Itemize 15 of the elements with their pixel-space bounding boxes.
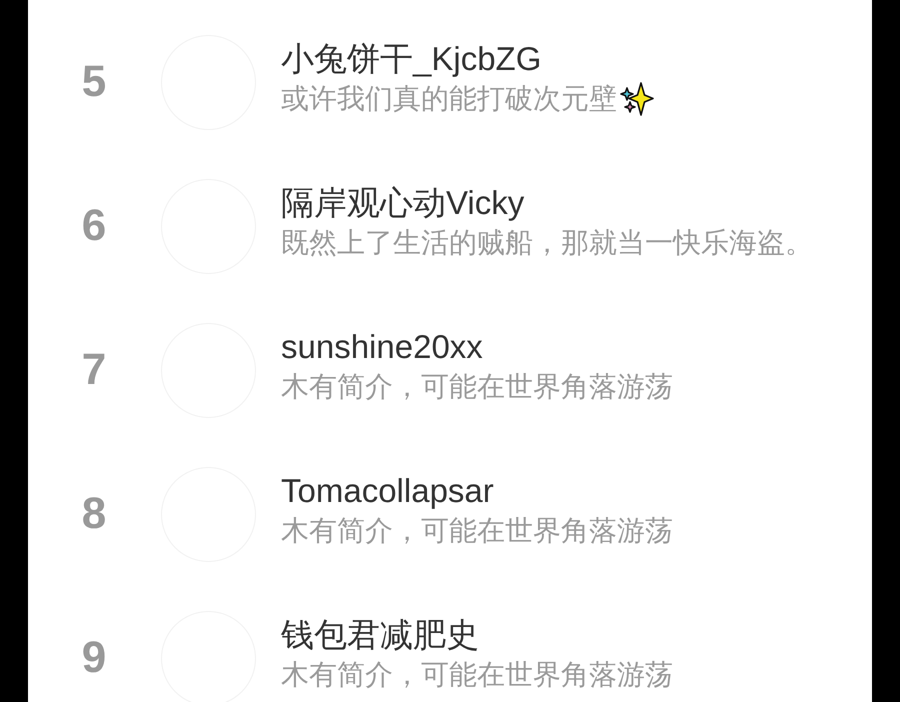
- rank-number: 9: [80, 634, 108, 682]
- user-bio: 既然上了生活的贼船，那就当一快乐海盗。: [281, 226, 813, 260]
- user-name: sunshine20xx: [281, 327, 484, 367]
- rank-number: 8: [80, 490, 108, 538]
- user-name: 钱包君减肥史: [281, 615, 480, 655]
- rank-number: 7: [80, 346, 108, 394]
- user-name: 小兔饼干_KjcbZG: [281, 39, 542, 79]
- user-bio: 木有简介，可能在世界角落游荡: [281, 370, 673, 404]
- user-bio: 或许我们真的能打破次元壁: [281, 82, 617, 116]
- user-name: Tomacollapsar: [281, 471, 495, 511]
- rank-number: 5: [80, 58, 108, 106]
- user-bio: 木有简介，可能在世界角落游荡: [281, 514, 673, 548]
- rank-number: 6: [80, 202, 108, 250]
- user-name: 隔岸观心动Vicky: [281, 183, 526, 223]
- user-bio: 木有简介，可能在世界角落游荡: [281, 658, 673, 692]
